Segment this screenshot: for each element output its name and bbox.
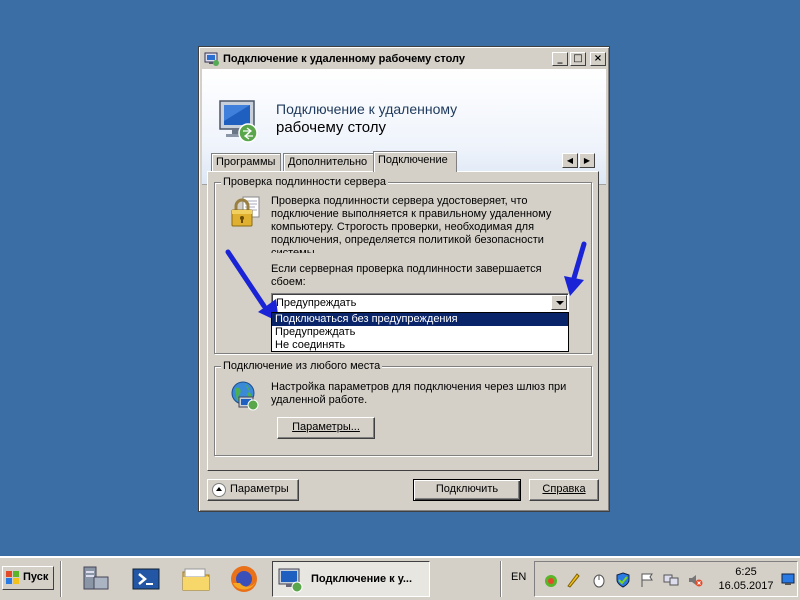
connect-anywhere-description: Настройка параметров для подключения чер… [271,381,567,406]
header-title-line2: рабочему столу [276,119,387,136]
minimize-button[interactable]: _ [552,52,568,66]
tab-scroll-left-button[interactable]: ◀ [562,153,578,168]
dialog-footer: Параметры Подключить Справка [207,479,599,505]
connect-anywhere-group: Подключение из любого места Настройка па… [214,360,592,456]
windows-flag-icon [6,571,20,584]
auth-fail-selected-value: Предупреждать [276,297,357,309]
tray-shield-icon[interactable] [615,572,631,588]
tray-alert-icon[interactable] [543,572,559,588]
tray-mouse-icon[interactable] [591,572,607,588]
taskbar-rdp-task[interactable]: Подключение к у... [272,561,430,597]
rdp-monitor-icon [216,95,266,149]
option-connect-without-warning[interactable]: Подключаться без предупреждения [272,313,568,326]
firefox-icon[interactable] [228,563,260,595]
clock-time: 6:25 [735,566,757,578]
tray-network-icon[interactable] [663,572,679,588]
header-title-line1: Подключение к удаленному [276,101,458,117]
options-toggle-button[interactable]: Параметры [207,479,299,501]
auth-fail-options-list: Подключаться без предупреждения Предупре… [271,312,569,352]
start-button[interactable]: Пуск [2,566,54,590]
server-manager-icon[interactable] [80,563,112,595]
powershell-icon[interactable] [130,563,162,595]
connection-tab-panel: Проверка подлинности сервера Проверка по… [207,171,599,471]
tab-strip: Программы Дополнительно Подключение ◀ ▶ [209,151,601,172]
server-auth-description: Проверка подлинности сервера удостоверяе… [271,195,552,253]
clock-date: 16.05.2017 [718,580,774,592]
tray-flag-icon[interactable] [639,572,655,588]
language-indicator[interactable]: EN [511,571,526,583]
option-do-not-connect[interactable]: Не соединять [272,339,568,352]
close-button[interactable]: × [590,52,606,66]
show-desktop-icon[interactable] [781,572,795,586]
rdp-window: Подключение к удаленному рабочему столу … [198,46,610,512]
server-auth-group: Проверка подлинности сервера Проверка по… [214,176,592,354]
auth-fail-dropdown[interactable]: Предупреждать [271,293,569,312]
auth-fail-label: Если серверная проверка подлинности заве… [271,263,542,288]
help-button-label: Справка [542,483,586,495]
maximize-button[interactable]: □ [570,52,586,66]
connect-anywhere-legend: Подключение из любого места [221,360,383,372]
tray-volume-muted-icon[interactable] [687,572,703,588]
explorer-folder-icon[interactable] [180,563,212,595]
rdp-app-icon [204,52,220,66]
gateway-settings-label: Параметры... [292,421,360,433]
taskbar: Пуск Подключение к у... EN 6:25 16.05.20… [0,556,800,600]
rdp-task-label: Подключение к у... [311,573,413,585]
window-title: Подключение к удаленному рабочему столу [223,53,466,65]
option-warn[interactable]: Предупреждать [272,326,568,339]
system-tray: 6:25 16.05.2017 [534,561,798,597]
padlock-icon [229,195,261,229]
tray-pen-icon[interactable] [565,572,581,588]
start-label: Пуск [23,571,49,583]
globe-gateway-icon [229,379,261,411]
tab-advanced[interactable]: Дополнительно [283,153,375,171]
chevron-up-icon [212,483,226,497]
title-bar[interactable]: Подключение к удаленному рабочему столу … [202,50,606,68]
chevron-down-icon[interactable] [551,295,567,310]
rdp-task-icon [277,566,305,594]
tab-connection[interactable]: Подключение [373,151,457,172]
tab-programs[interactable]: Программы [211,153,281,171]
taskbar-separator [60,561,62,597]
tab-scroll-right-button[interactable]: ▶ [579,153,595,168]
connect-button[interactable]: Подключить [413,479,521,501]
server-auth-legend: Проверка подлинности сервера [221,176,388,188]
taskbar-separator [500,561,502,597]
tray-clock[interactable]: 6:25 16.05.2017 [713,565,779,593]
help-button[interactable]: Справка [529,479,599,501]
options-toggle-label: Параметры [230,483,289,495]
gateway-settings-button[interactable]: Параметры... [277,417,375,439]
